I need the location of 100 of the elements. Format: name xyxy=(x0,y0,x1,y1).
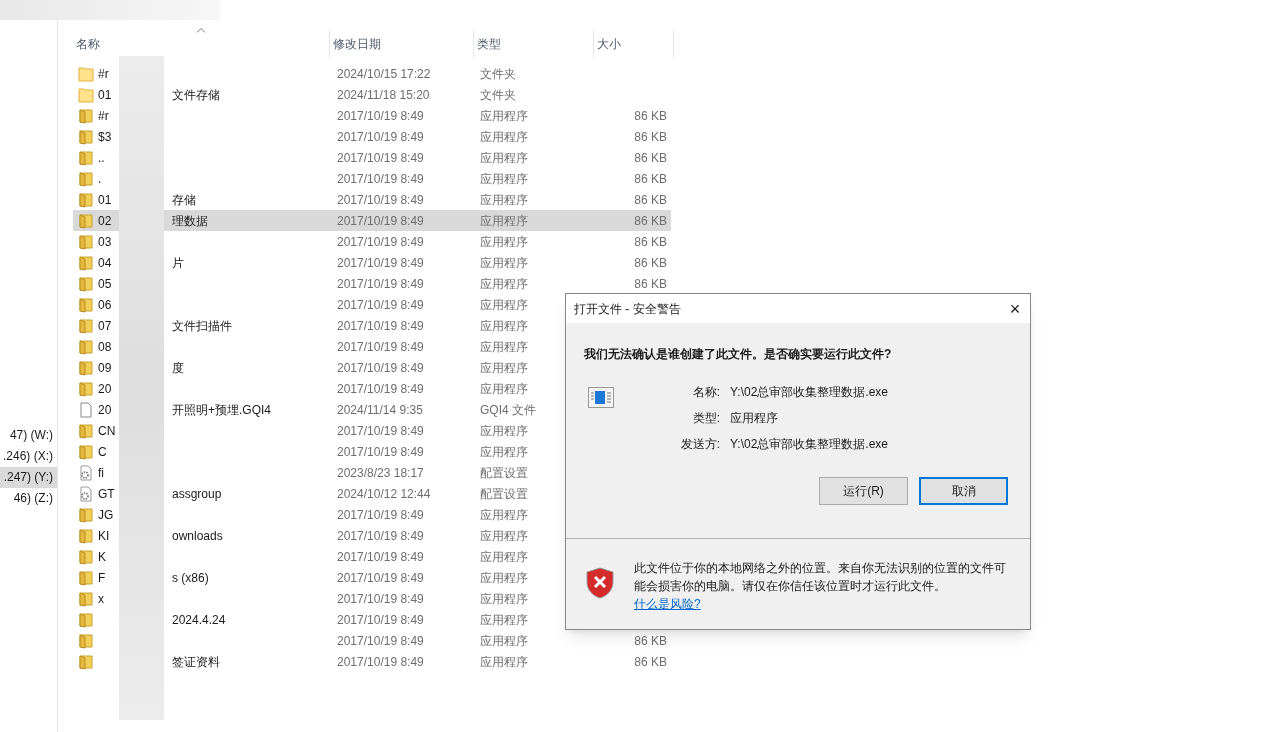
file-name: 2024.4.24 xyxy=(172,611,226,629)
type-cell: 应用程序 xyxy=(480,507,528,522)
column-header[interactable]: 类型 xyxy=(474,30,594,58)
type-cell: 应用程序 xyxy=(480,528,528,543)
file-row[interactable]: 签证资料 2017/10/19 8:49 应用程序 86 KB xyxy=(73,651,671,672)
type-cell: 应用程序 xyxy=(480,150,528,165)
date-cell: 2017/10/19 8:49 xyxy=(337,444,424,459)
field-label: 名称: xyxy=(691,384,720,401)
type-cell: 应用程序 xyxy=(480,633,528,648)
date-cell: 2017/10/19 8:49 xyxy=(337,192,424,207)
file-row[interactable]: 03 2017/10/19 8:49 应用程序 86 KB xyxy=(73,231,671,252)
file-row[interactable]: JG 2017/10/19 8:49 应用程序 xyxy=(73,504,671,525)
file-name: C xyxy=(98,444,107,459)
folder-icon xyxy=(78,527,94,544)
date-cell: 2017/10/19 8:49 xyxy=(337,528,424,543)
file-row[interactable]: 20 开照明+预埋.GQI4 2024/11/14 9:35 GQI4 文件 xyxy=(73,399,671,420)
file-name: fi xyxy=(98,465,104,480)
file-name: assgroup xyxy=(172,485,222,503)
folder-icon xyxy=(78,653,94,670)
file-name: . xyxy=(98,171,102,186)
type-cell: 应用程序 xyxy=(480,423,528,438)
date-cell: 2017/10/19 8:49 xyxy=(337,423,424,438)
risk-link[interactable]: 什么是风险? xyxy=(634,597,701,611)
dialog-button[interactable]: 运行(R) xyxy=(819,477,908,505)
folder-icon xyxy=(78,338,94,355)
date-cell: 2017/10/19 8:49 xyxy=(337,570,424,585)
folder-icon xyxy=(78,569,94,586)
size-cell-text: 86 KB xyxy=(634,128,667,146)
file-name: 文件存储 xyxy=(172,86,220,104)
file-row[interactable]: #r 2017/10/19 8:49 应用程序 86 KB xyxy=(73,105,671,126)
drive-item[interactable]: .246) (X:) xyxy=(0,446,57,467)
date-cell: 2017/10/19 8:49 xyxy=(337,171,424,186)
file-row[interactable]: . 2017/10/19 8:49 应用程序 86 KB xyxy=(73,168,671,189)
type-cell: 配置设置 xyxy=(480,465,528,480)
file-name: 07 xyxy=(98,318,112,333)
file-name: 03 xyxy=(98,234,112,249)
type-cell: 应用程序 xyxy=(480,171,528,186)
drive-item[interactable]: 46) (Z:) xyxy=(0,488,57,509)
sort-caret-icon xyxy=(196,28,206,33)
folder-icon xyxy=(78,128,94,145)
drive-item[interactable]: .247) (Y:) xyxy=(0,467,57,488)
type-cell: 文件夹 xyxy=(480,66,516,81)
file-row[interactable]: 05 2017/10/19 8:49 应用程序 86 KB xyxy=(73,273,671,294)
file-row[interactable]: C 2017/10/19 8:49 应用程序 xyxy=(73,441,671,462)
type-cell: 应用程序 xyxy=(480,549,528,564)
type-cell: 应用程序 xyxy=(480,654,528,669)
dialog-button[interactable]: 取消 xyxy=(919,477,1008,505)
size-cell-text: 86 KB xyxy=(634,632,667,650)
date-cell: 2017/10/19 8:49 xyxy=(337,360,424,375)
file-name: ownloads xyxy=(172,527,223,545)
column-header[interactable]: 大小 xyxy=(594,30,674,58)
type-cell: 应用程序 xyxy=(480,570,528,585)
date-cell: 2017/10/19 8:49 xyxy=(337,297,424,312)
settings-file-icon xyxy=(78,464,94,481)
type-cell: 应用程序 xyxy=(480,192,528,207)
date-cell: 2017/10/19 8:49 xyxy=(337,339,424,354)
file-row[interactable]: $3 2017/10/19 8:49 应用程序 86 KB xyxy=(73,126,671,147)
file-row[interactable]: 07 文件扫描件 2017/10/19 8:49 应用程序 xyxy=(73,315,671,336)
file-row[interactable]: 01 存储 2017/10/19 8:49 应用程序 86 KB xyxy=(73,189,671,210)
dialog-title: 打开文件 - 安全警告 xyxy=(574,300,681,318)
file-row[interactable]: #r 2024/10/15 17:22 文件夹 xyxy=(73,63,671,84)
type-cell: 应用程序 xyxy=(480,591,528,606)
folder-icon xyxy=(78,212,94,229)
date-cell: 2024/11/18 15:20 xyxy=(337,87,430,102)
folder-icon xyxy=(78,359,94,376)
file-row[interactable]: .. 2017/10/19 8:49 应用程序 86 KB xyxy=(73,147,671,168)
type-cell: 应用程序 xyxy=(480,318,528,333)
folder-icon xyxy=(78,443,94,460)
file-name: 20 xyxy=(98,381,112,396)
close-button[interactable]: × xyxy=(1000,294,1030,323)
file-name: 04 xyxy=(98,255,112,270)
file-row[interactable]: 2017/10/19 8:49 应用程序 86 KB xyxy=(73,630,671,651)
type-cell: 应用程序 xyxy=(480,276,528,291)
column-header[interactable]: 修改日期 xyxy=(330,30,474,58)
file-row[interactable]: 02 理数据 2017/10/19 8:49 应用程序 86 KB xyxy=(73,210,671,231)
type-cell: 应用程序 xyxy=(480,108,528,123)
date-cell: 2017/10/19 8:49 xyxy=(337,276,424,291)
shield-error-icon xyxy=(586,567,614,599)
file-name: 开照明+预埋.GQI4 xyxy=(172,401,272,419)
folder-icon xyxy=(78,275,94,292)
folder-icon xyxy=(78,107,94,124)
file-row[interactable]: 01 文件存储 2024/11/18 15:20 文件夹 xyxy=(73,84,671,105)
folder-icon xyxy=(78,65,94,82)
file-name: #r xyxy=(98,108,109,123)
file-name: KI xyxy=(98,528,110,543)
file-name: #r xyxy=(98,66,109,81)
file-row[interactable]: fi 2023/8/23 18:17 配置设置 xyxy=(73,462,671,483)
file-row[interactable]: 04 片 2017/10/19 8:49 应用程序 86 KB xyxy=(73,252,671,273)
file-row[interactable]: 20 2017/10/19 8:49 应用程序 xyxy=(73,378,671,399)
size-cell-text: 86 KB xyxy=(634,149,667,167)
file-row[interactable]: GT assgroup 2024/10/12 12:44 配置设置 xyxy=(73,483,671,504)
file-name: 理数据 xyxy=(172,212,208,230)
field-value: 应用程序 xyxy=(730,410,779,427)
file-name: s (x86) xyxy=(172,569,209,587)
file-row[interactable]: CN 2017/10/19 8:49 应用程序 xyxy=(73,420,671,441)
file-row[interactable]: KI ownloads 2017/10/19 8:49 应用程序 xyxy=(73,525,671,546)
drive-item[interactable]: 47) (W:) xyxy=(0,425,57,446)
field-label: 发送方: xyxy=(679,436,720,453)
size-cell-text: 86 KB xyxy=(634,107,667,125)
folder-icon xyxy=(78,191,94,208)
